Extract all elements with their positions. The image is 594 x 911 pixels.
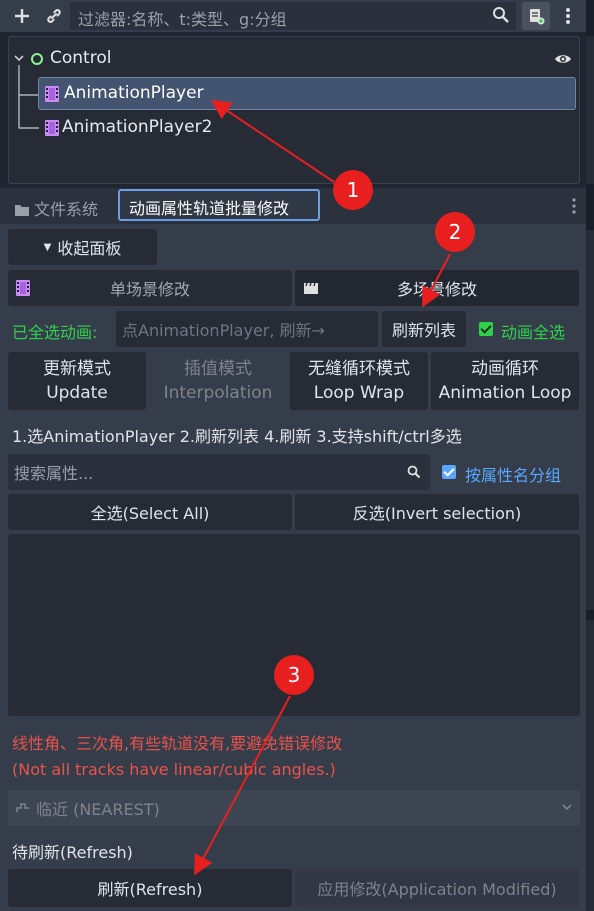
loop-wrap-mode-button[interactable]: 无缝循环模式 Loop Wrap <box>290 352 428 410</box>
annotation-marker-3: 3 <box>274 655 314 695</box>
refresh-button[interactable]: 刷新(Refresh) <box>8 869 292 907</box>
tree-item-animationplayer[interactable]: AnimationPlayer <box>38 77 576 110</box>
apply-modified-label: 应用修改(Application Modified) <box>317 880 557 899</box>
selected-animations-label: 已全选动画: <box>12 323 98 342</box>
caret-down-icon: ▼ <box>43 241 52 253</box>
tree-label-animationplayer2: AnimationPlayer2 <box>62 117 213 137</box>
animation-player-icon <box>16 280 30 296</box>
multi-scene-label: 多场景修改 <box>396 280 477 299</box>
animation-dropdown-label: 点AnimationPlayer, 刷新→ <box>122 321 325 340</box>
invert-selection-button[interactable]: 反选(Invert selection) <box>295 494 579 530</box>
tree-item-control[interactable]: Control <box>9 43 579 75</box>
select-all-button[interactable]: 全选(Select All) <box>8 494 292 530</box>
tree-label-animationplayer: AnimationPlayer <box>64 83 204 103</box>
plus-icon[interactable] <box>10 4 34 28</box>
apply-modified-button[interactable]: 应用修改(Application Modified) <box>295 869 579 907</box>
script-icon[interactable] <box>522 2 550 30</box>
update-mode-button[interactable]: 更新模式 Update <box>8 352 146 410</box>
warning-text-cn: 线性角、三次角,有些轨道没有,要避免错误修改 <box>12 734 343 753</box>
tab-animation-batch-edit[interactable]: 动画属性轨道批量修改 <box>118 189 320 221</box>
tab-file-system[interactable]: 文件系统 <box>14 196 98 220</box>
instructions-text: 1.选AnimationPlayer 2.刷新列表 4.刷新 3.支持shift… <box>12 427 462 446</box>
kebab-menu-icon[interactable] <box>571 198 577 214</box>
kebab-menu-icon[interactable] <box>556 4 580 28</box>
scene-toolbar: 过滤器:名称、t:类型、g:分组 <box>0 0 586 32</box>
mode-label-en: Interpolation <box>163 383 273 403</box>
refresh-list-label: 刷新列表 <box>391 321 456 340</box>
select-all-animations-checkbox[interactable] <box>479 322 493 336</box>
collapse-panel-button[interactable]: ▼ 收起面板 <box>8 229 157 265</box>
search-properties-placeholder: 搜索属性... <box>14 464 94 483</box>
interpolation-option-label: 临近 (NEAREST) <box>36 800 160 819</box>
tab-file-system-label: 文件系统 <box>34 200 99 219</box>
refresh-list-button[interactable]: 刷新列表 <box>382 311 466 347</box>
search-properties-input[interactable]: 搜索属性... <box>8 454 430 490</box>
side-panel-edge <box>586 0 594 911</box>
scene-tree: Control AnimationPlayer AnimationPlayer2 <box>8 36 580 184</box>
chevron-down-icon <box>562 804 572 811</box>
annotation-marker-1: 1 <box>333 170 373 210</box>
tree-item-animationplayer2[interactable]: AnimationPlayer2 <box>9 112 579 144</box>
mode-label-cn: 更新模式 <box>43 359 111 379</box>
tab-active-label: 动画属性轨道批量修改 <box>129 199 290 218</box>
search-icon <box>407 465 421 479</box>
search-icon <box>493 7 509 23</box>
single-scene-button[interactable]: 单场景修改 <box>8 270 292 306</box>
invert-selection-label: 反选(Invert selection) <box>352 504 522 523</box>
animation-dropdown[interactable]: 点AnimationPlayer, 刷新→ <box>116 311 378 347</box>
filter-input[interactable]: 过滤器:名称、t:类型、g:分组 <box>70 2 516 30</box>
warning-text-en: (Not all tracks have linear/cubic angles… <box>12 760 336 779</box>
refresh-label: 刷新(Refresh) <box>97 880 203 899</box>
group-by-property-checkbox[interactable] <box>442 465 456 479</box>
collapse-panel-label: 收起面板 <box>57 239 122 258</box>
multi-scene-button[interactable]: 多场景修改 <box>295 270 579 306</box>
mode-label-cn: 插值模式 <box>184 359 252 379</box>
dock-tab-bar: 文件系统 动画属性轨道批量修改 <box>0 188 586 224</box>
filter-placeholder: 过滤器:名称、t:类型、g:分组 <box>78 10 287 29</box>
interpolation-option-dropdown[interactable]: 临近 (NEAREST) <box>8 790 580 826</box>
select-all-animations-label: 动画全选 <box>501 323 566 342</box>
mode-label-cn: 无缝循环模式 <box>308 359 410 379</box>
visibility-eye-icon[interactable] <box>554 52 572 66</box>
animation-player-icon <box>45 120 59 136</box>
group-by-property-label: 按属性名分组 <box>465 466 562 485</box>
folder-icon <box>15 205 29 216</box>
link-icon[interactable] <box>42 4 66 28</box>
clapperboard-icon <box>304 282 318 294</box>
animation-loop-button[interactable]: 动画循环 Animation Loop <box>431 352 579 410</box>
mode-label-cn: 动画循环 <box>471 359 539 379</box>
nearest-interp-icon <box>16 803 29 812</box>
select-all-label: 全选(Select All) <box>90 504 210 523</box>
single-scene-label: 单场景修改 <box>109 280 190 299</box>
mode-label-en: Animation Loop <box>438 383 572 403</box>
interpolation-mode-button[interactable]: 插值模式 Interpolation <box>149 352 287 410</box>
mode-label-en: Loop Wrap <box>313 383 405 403</box>
animation-player-icon <box>45 86 59 102</box>
mode-label-en: Update <box>46 383 108 403</box>
annotation-marker-2: 2 <box>435 212 475 252</box>
status-text: 待刷新(Refresh) <box>12 843 133 862</box>
tree-label-control: Control <box>50 48 112 68</box>
